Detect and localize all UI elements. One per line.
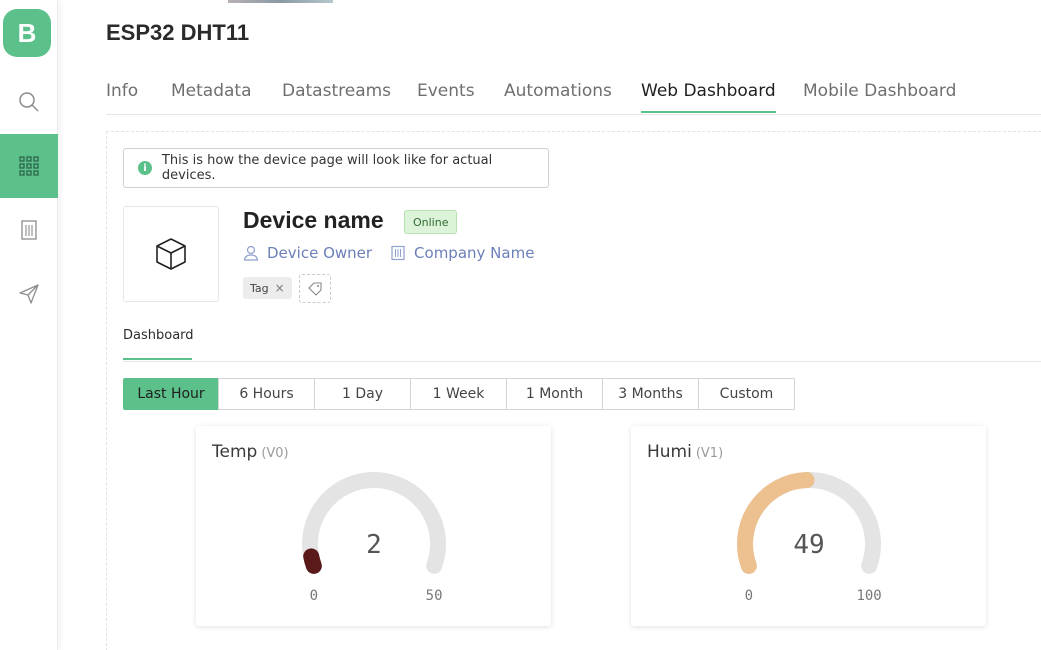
sidebar-item-send[interactable] xyxy=(0,262,58,326)
info-icon: i xyxy=(138,161,152,175)
blynk-logo[interactable]: B xyxy=(3,9,51,57)
gauge-widget-temp[interactable]: Temp (V0) 2 0 50 xyxy=(196,426,551,626)
gauge-widget-humi[interactable]: Humi (V1) 49 0 100 xyxy=(631,426,986,626)
gauge-max-label: 100 xyxy=(856,588,881,604)
add-tag-button[interactable] xyxy=(299,274,331,303)
sidebar-item-devices[interactable] xyxy=(0,134,58,198)
sidebar-item-search[interactable] xyxy=(0,70,58,134)
tab-metadata[interactable]: Metadata xyxy=(171,81,252,111)
device-tag: Tag × xyxy=(243,277,292,299)
page-title: ESP32 DHT11 xyxy=(106,20,250,45)
gauge-value: 49 xyxy=(793,530,824,560)
gauge-max-label: 50 xyxy=(426,588,443,604)
app-root: B ESP32 DHT11 Info Metadata Datastreams … xyxy=(0,0,1041,650)
paper-plane-icon xyxy=(19,284,39,304)
main-area: ESP32 DHT11 Info Metadata Datastreams Ev… xyxy=(58,0,1041,650)
notice-text: This is how the device page will look li… xyxy=(161,153,493,183)
building-icon xyxy=(391,245,405,261)
gauge-fill xyxy=(303,548,322,574)
gauge-min-label: 0 xyxy=(310,588,318,604)
tab-events[interactable]: Events xyxy=(417,81,475,111)
preview-notice: i This is how the device page will look … xyxy=(123,148,549,188)
search-icon xyxy=(19,92,39,112)
status-badge: Online xyxy=(404,210,458,234)
time-range-selector: Last Hour 6 Hours 1 Day 1 Week 1 Month 3… xyxy=(123,378,795,410)
gauge-value: 2 xyxy=(366,530,382,560)
grid-icon xyxy=(19,156,39,176)
range-1-week-button[interactable]: 1 Week xyxy=(410,378,507,410)
tab-web-dashboard[interactable]: Web Dashboard xyxy=(641,81,776,113)
gauge-chart: 2 0 50 xyxy=(302,472,446,604)
cube-icon xyxy=(156,238,186,270)
tab-mobile-dashboard[interactable]: Mobile Dashboard xyxy=(803,81,956,111)
tab-dashboard[interactable]: Dashboard xyxy=(123,328,194,360)
range-last-hour-button[interactable]: Last Hour xyxy=(123,378,219,410)
top-thumbnail-strip xyxy=(228,0,333,3)
range-6-hours-button[interactable]: 6 Hours xyxy=(218,378,315,410)
building-icon xyxy=(21,220,37,240)
tab-datastreams[interactable]: Datastreams xyxy=(282,81,391,111)
tag-icon xyxy=(308,281,322,296)
template-tabs: Info Metadata Datastreams Events Automat… xyxy=(106,78,1041,115)
range-1-month-button[interactable]: 1 Month xyxy=(506,378,603,410)
device-image xyxy=(123,206,219,302)
device-meta-row: Device Owner Company Name xyxy=(243,243,534,263)
gauge-min-label: 0 xyxy=(745,588,753,604)
tag-label: Tag xyxy=(250,281,269,295)
company-name-link[interactable]: Company Name xyxy=(414,244,534,262)
device-owner-link[interactable]: Device Owner xyxy=(267,244,372,262)
device-sub-tabs: Dashboard xyxy=(123,320,1041,362)
device-name: Device name xyxy=(243,207,384,233)
tab-automations[interactable]: Automations xyxy=(504,81,612,111)
sidebar: B xyxy=(0,0,58,650)
tag-remove-icon[interactable]: × xyxy=(275,281,285,295)
gauge-chart: 49 0 100 xyxy=(737,472,882,604)
range-3-months-button[interactable]: 3 Months xyxy=(602,378,699,410)
sidebar-item-organizations[interactable] xyxy=(0,198,58,262)
user-icon xyxy=(243,245,259,261)
tab-info[interactable]: Info xyxy=(106,81,138,111)
range-custom-button[interactable]: Custom xyxy=(698,378,795,410)
range-1-day-button[interactable]: 1 Day xyxy=(314,378,411,410)
